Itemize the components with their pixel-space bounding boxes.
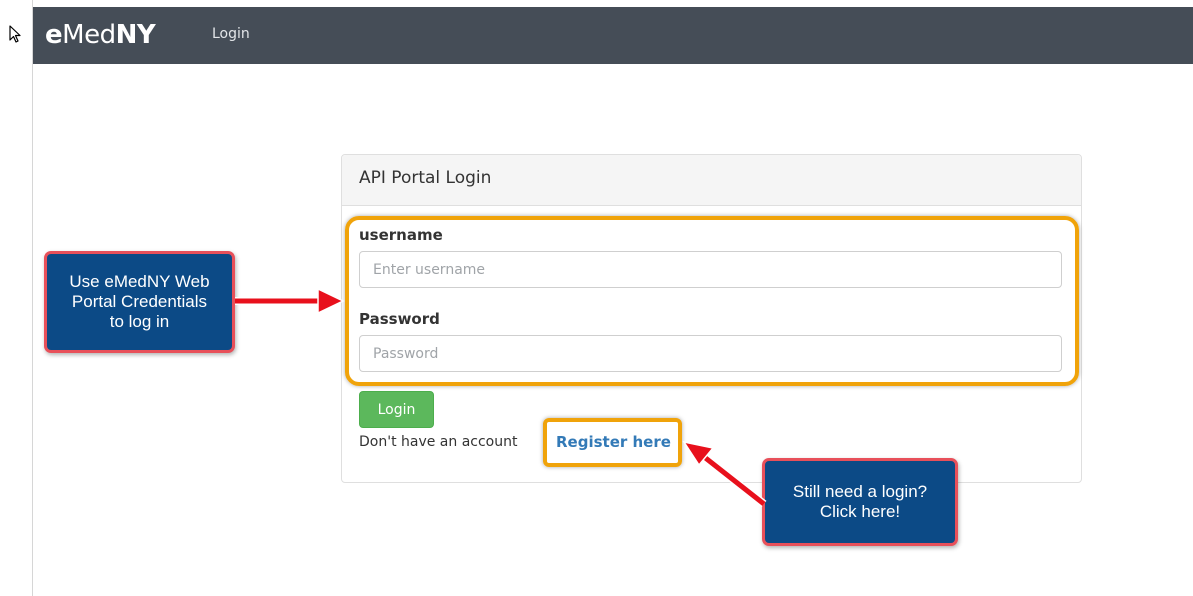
card-header: API Portal Login bbox=[342, 155, 1081, 206]
emedny-logo[interactable]: eMedNY bbox=[45, 17, 156, 53]
arrow-to-fields bbox=[235, 287, 345, 315]
no-account-text: Don't have an account bbox=[359, 434, 518, 450]
logo-letter-e: e bbox=[45, 20, 63, 50]
register-callout: Still need a login? Click here! bbox=[762, 458, 958, 546]
credentials-callout: Use eMedNY Web Portal Credentials to log… bbox=[44, 251, 235, 353]
callout-line: to log in bbox=[109, 312, 170, 331]
register-highlight-box bbox=[543, 418, 682, 467]
logo-text-ny: NY bbox=[115, 20, 156, 50]
callout-line: Still need a login? bbox=[792, 482, 928, 501]
callout-line: Click here! bbox=[819, 502, 901, 521]
mouse-pointer-icon bbox=[9, 25, 21, 43]
callout-line: Portal Credentials bbox=[71, 292, 208, 311]
nav-login-link[interactable]: Login bbox=[212, 26, 250, 42]
login-button[interactable]: Login bbox=[359, 391, 434, 428]
callout-line: Use eMedNY Web bbox=[69, 272, 210, 291]
left-margin-strip bbox=[0, 0, 33, 596]
top-navbar: eMedNY Login bbox=[33, 7, 1193, 64]
credentials-highlight-box bbox=[345, 216, 1079, 386]
card-title: API Portal Login bbox=[359, 168, 492, 188]
logo-text-med: Med bbox=[62, 20, 116, 50]
